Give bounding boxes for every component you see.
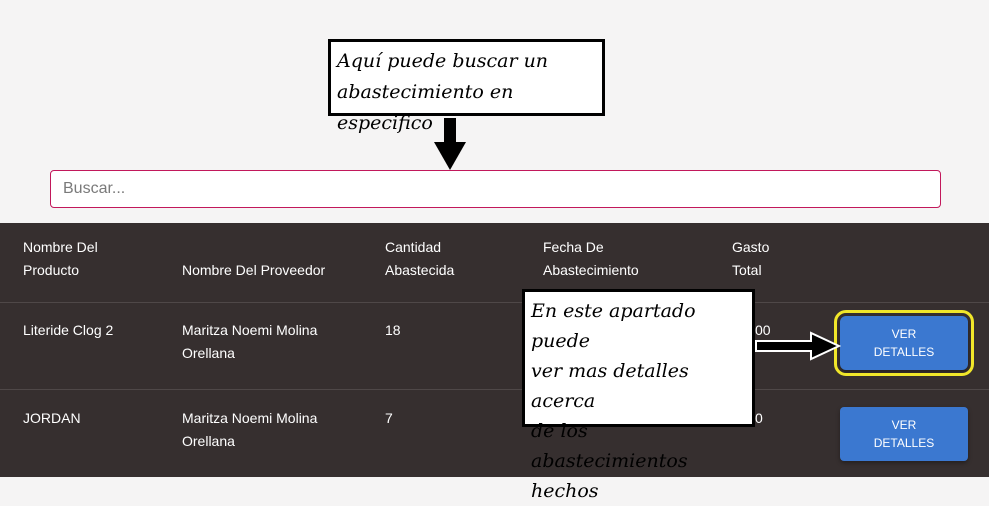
header-provider: Nombre Del Proveedor [182,236,325,282]
header-provider-line-2: Nombre Del Proveedor [182,262,326,278]
row-product: JORDAN [23,410,81,426]
header-total: Gasto Total [732,236,769,282]
header-provider-line-1 [182,236,325,259]
header-quantity-line-1: Cantidad [385,239,442,255]
details-callout-line-1: En este apartado puede [531,300,696,352]
details-callout-line-4: hechos [531,480,599,502]
details-callout: En este apartado puede ver mas detalles … [522,289,755,502]
header-total-line-2: Total [732,262,762,278]
view-details-button[interactable]: VER DETALLES [840,407,968,461]
header-date: Fecha De Abastecimiento [543,236,639,282]
row-provider-line-2: Orellana [182,433,235,449]
row-provider-line-1: Maritza Noemi Molina [182,322,318,338]
row-provider-line-2: Orellana [182,345,235,361]
search-bar [50,170,941,208]
details-callout-line-2: ver mas detalles acerca [531,360,689,412]
header-date-line-2: Abastecimiento [543,262,639,278]
header-product: Nombre Del Producto [23,236,98,282]
row-provider: Maritza Noemi Molina Orellana [182,407,317,453]
header-quantity-line-2: Abastecida [385,262,455,278]
row-provider-line-1: Maritza Noemi Molina [182,410,318,426]
down-arrow-icon [434,118,466,170]
search-callout: Aquí puede buscar un abastecimiento en e… [328,39,605,134]
button-label-line-2: DETALLES [873,436,935,450]
header-date-line-1: Fecha De [543,239,604,255]
row-product: Literide Clog 2 [23,322,114,338]
search-input[interactable] [50,170,941,208]
header-product-line-2: Producto [23,262,80,278]
search-callout-line-1: Aquí puede buscar un [337,50,549,72]
row-quantity: 18 [385,322,401,338]
right-arrow-icon [755,331,841,361]
row-total: 0 [755,410,763,426]
header-total-line-1: Gasto [732,239,770,255]
details-callout-line-3: de los abastecimientos [531,420,688,472]
button-label-line-2: DETALLES [873,345,935,359]
view-details-button[interactable]: VER DETALLES [834,310,974,376]
row-provider: Maritza Noemi Molina Orellana [182,319,317,365]
button-label-line-1: VER [891,327,917,341]
button-label-line-1: VER [891,418,917,432]
row-divider [0,302,989,303]
header-quantity: Cantidad Abastecida [385,236,454,282]
header-product-line-1: Nombre Del [23,239,98,255]
row-quantity: 7 [385,410,393,426]
row-divider [0,389,989,390]
